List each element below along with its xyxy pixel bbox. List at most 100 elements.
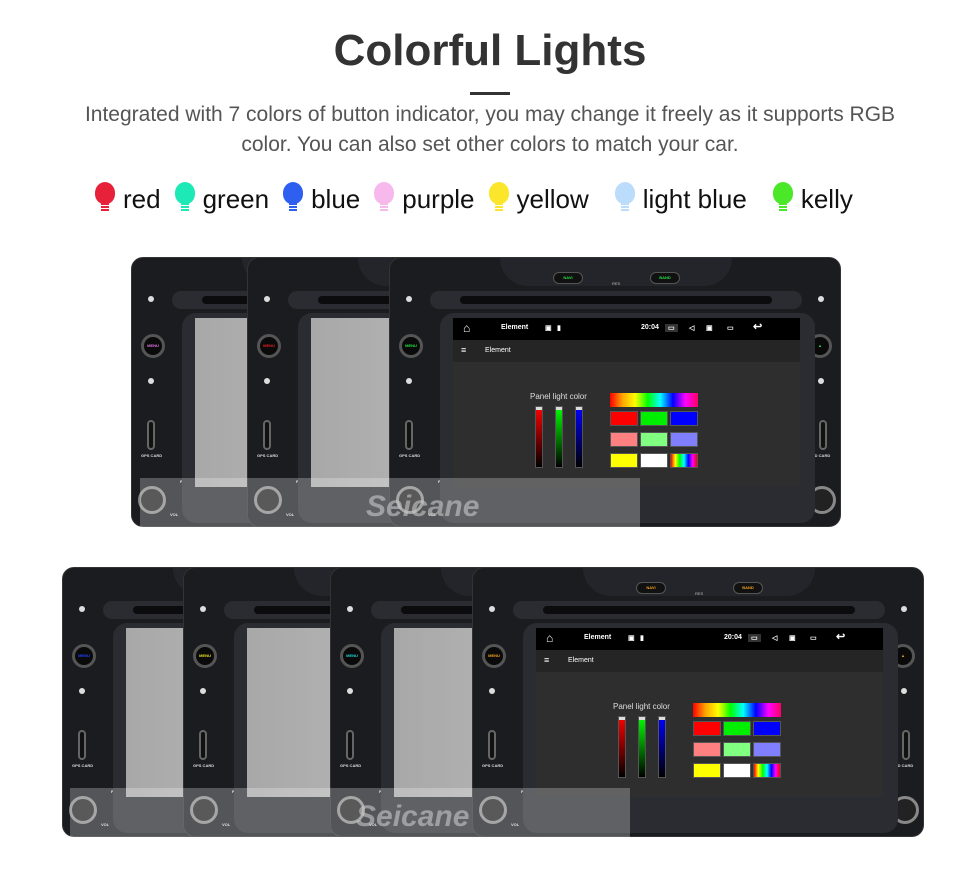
screw (200, 606, 206, 612)
color-swatch[interactable] (670, 453, 698, 468)
back-icon[interactable]: ↩ (836, 630, 845, 643)
navi-button[interactable]: NAVI (553, 272, 583, 284)
menu-button[interactable]: MENU (72, 644, 96, 668)
media-icon[interactable]: ▣ (706, 324, 713, 332)
gps-card-slot[interactable] (78, 730, 86, 760)
color-swatch[interactable] (693, 721, 721, 736)
color-swatch[interactable] (670, 411, 698, 426)
red-slider[interactable] (618, 716, 626, 778)
menu-icon[interactable]: ≡ (461, 345, 466, 355)
screen-mode-icon[interactable]: ▭ (748, 634, 761, 642)
color-swatch[interactable] (610, 432, 638, 447)
gps-card-slot[interactable] (488, 730, 496, 760)
green-slider[interactable] (638, 716, 646, 778)
green-slider[interactable] (555, 406, 563, 468)
bulb-base (778, 203, 787, 205)
volume-icon[interactable]: ◁ (772, 634, 777, 642)
legend-label: light blue (642, 183, 747, 214)
legend-item-yellow: yellow (488, 182, 589, 216)
color-spectrum[interactable] (693, 703, 781, 717)
legend-label: yellow (516, 183, 589, 214)
gps-card-label: GPS CARD (399, 453, 421, 458)
menu-icon[interactable]: ≡ (544, 655, 549, 665)
clock: 20:04 (724, 634, 742, 641)
screw (901, 606, 907, 612)
screw (818, 378, 824, 384)
watermark-band (70, 788, 630, 838)
bulb-icon (95, 182, 115, 216)
sd-card-slot[interactable] (902, 730, 910, 760)
screw (489, 688, 495, 694)
menu-button[interactable]: MENU (141, 334, 165, 358)
screw (79, 606, 85, 612)
color-swatch[interactable] (610, 411, 638, 426)
home-icon[interactable]: ⌂ (463, 321, 470, 335)
bulb-icon (283, 182, 304, 216)
bulb-glass (488, 182, 509, 204)
gps-card-slot[interactable] (147, 420, 155, 450)
sd-card-slot[interactable] (819, 420, 827, 450)
bulb-icon (174, 182, 195, 216)
gps-card-slot[interactable] (263, 420, 271, 450)
blue-slider[interactable] (575, 406, 583, 468)
screw (264, 378, 270, 384)
band-button[interactable]: BAND (733, 582, 763, 594)
color-swatch[interactable] (640, 453, 668, 468)
legend-label: kelly (800, 183, 853, 214)
back-icon[interactable]: ↩ (753, 320, 762, 333)
screw (200, 688, 206, 694)
color-swatch[interactable] (693, 742, 721, 757)
menu-button[interactable]: MENU (193, 644, 217, 668)
gps-card-label: GPS CARD (193, 763, 215, 768)
color-spectrum[interactable] (610, 393, 698, 407)
color-swatch[interactable] (723, 721, 751, 736)
color-swatch[interactable] (610, 453, 638, 468)
screw (406, 296, 412, 302)
gps-card-label: GPS CARD (482, 763, 504, 768)
color-swatch[interactable] (753, 742, 781, 757)
recent-apps-icon[interactable]: ▭ (810, 634, 817, 642)
screw (406, 378, 412, 384)
gps-card-slot[interactable] (346, 730, 354, 760)
color-swatch[interactable] (753, 763, 781, 778)
gallery-icon: ▣ (545, 325, 552, 332)
app-header: ≡ Element (536, 650, 883, 672)
color-swatch[interactable] (640, 432, 668, 447)
disc-slot-opening (543, 606, 855, 614)
volume-icon[interactable]: ◁ (689, 324, 694, 332)
menu-button[interactable]: MENU (340, 644, 364, 668)
screen-mode-icon[interactable]: ▭ (665, 324, 678, 332)
color-swatch[interactable] (723, 742, 751, 757)
bulb-glass (614, 182, 635, 204)
watermark: Seicane (356, 800, 470, 833)
band-button[interactable]: BAND (650, 272, 680, 284)
gps-card-slot[interactable] (405, 420, 413, 450)
gps-card-label: GPS CARD (257, 453, 279, 458)
header-title: Element (485, 347, 511, 354)
color-swatch[interactable] (723, 763, 751, 778)
color-swatch[interactable] (693, 763, 721, 778)
home-icon[interactable]: ⌂ (546, 631, 553, 645)
disc-slot (513, 601, 885, 619)
touch-screen[interactable]: ⌂ Element ▣ ▮ 20:04 ▭ ◁ ▣ ▭ ↩ ≡ Element Panel light … (536, 628, 883, 797)
media-icon[interactable]: ▣ (789, 634, 796, 642)
color-swatch[interactable] (670, 432, 698, 447)
recent-apps-icon[interactable]: ▭ (727, 324, 734, 332)
menu-button[interactable]: MENU (399, 334, 423, 358)
res-label: RES (612, 281, 621, 286)
bulb-glass (772, 182, 793, 204)
menu-button[interactable]: MENU (257, 334, 281, 358)
red-slider[interactable] (535, 406, 543, 468)
color-legend: red green blue purple yellow light blue kelly (95, 182, 867, 216)
menu-button[interactable]: MENU (482, 644, 506, 668)
color-swatch[interactable] (640, 411, 668, 426)
blue-slider[interactable] (658, 716, 666, 778)
bulb-icon (488, 182, 509, 216)
bulb-base (180, 203, 189, 205)
app-title: Element (501, 324, 529, 331)
gallery-icon: ▣ (628, 635, 635, 642)
navi-button[interactable]: NAVI (636, 582, 666, 594)
color-swatch[interactable] (753, 721, 781, 736)
gps-card-slot[interactable] (199, 730, 207, 760)
touch-screen[interactable]: ⌂ Element ▣ ▮ 20:04 ▭ ◁ ▣ ▭ ↩ ≡ Element Panel light … (453, 318, 800, 487)
